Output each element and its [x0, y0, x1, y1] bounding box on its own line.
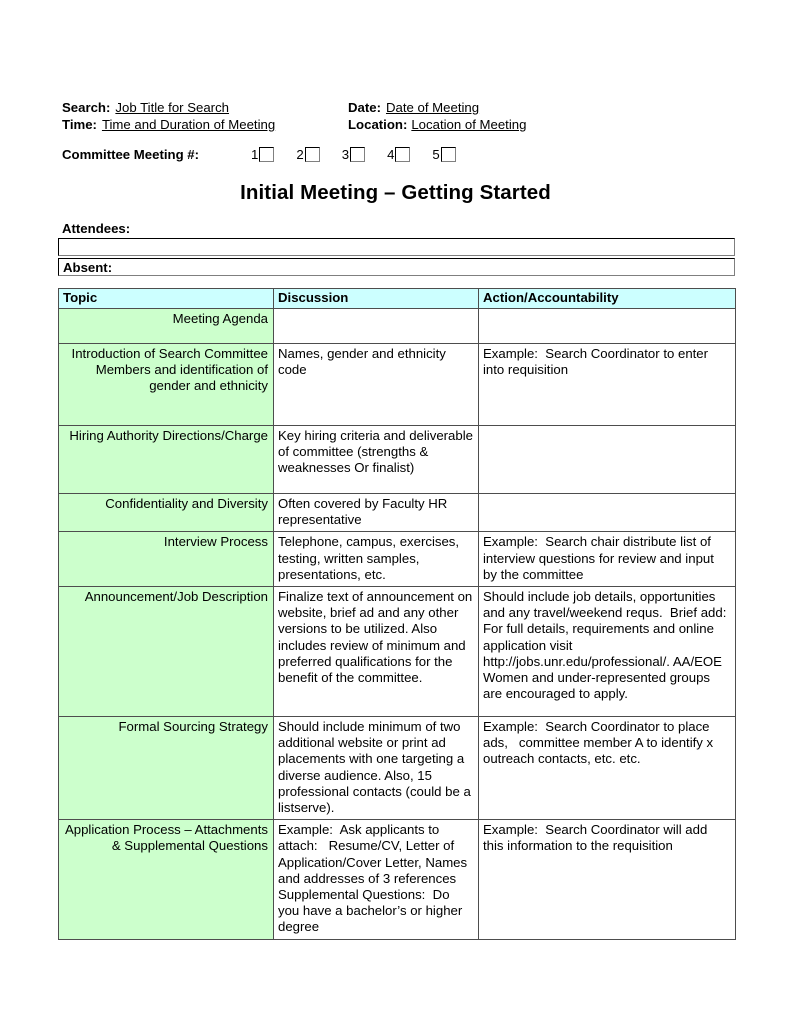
page-title: Initial Meeting – Getting Started	[240, 181, 551, 204]
row-discussion[interactable]: Often covered by Faculty HR representati…	[273, 492, 479, 533]
committee-meeting-option-3[interactable]: 3	[341, 147, 366, 162]
document-page: Search: Job Title for Search Date: Date …	[0, 0, 791, 1024]
search-field-group: Search: Job Title for Search	[62, 99, 348, 116]
committee-meeting-option-2[interactable]: 2	[296, 147, 320, 162]
agenda-table: Topic Discussion Action/Accountability M…	[58, 288, 736, 940]
table-row: Hiring Authority Directions/Charge Key h…	[58, 425, 736, 494]
row-topic: Meeting Agenda	[58, 308, 274, 344]
committee-meeting-number-1: 1	[251, 147, 259, 162]
row-topic: Introduction of Search Committee Members…	[58, 343, 274, 426]
row-action[interactable]: Example: Search Coordinator to place ads…	[478, 716, 736, 821]
table-row: Meeting Agenda	[58, 308, 736, 344]
committee-meeting-label: Committee Meeting #:	[62, 147, 200, 162]
row-discussion[interactable]: Finalize text of announcement on website…	[273, 586, 479, 718]
row-action[interactable]	[478, 308, 736, 344]
committee-meeting-number-5: 5	[432, 147, 440, 162]
checkbox-icon-2[interactable]	[304, 147, 320, 162]
row-discussion[interactable]: Key hiring criteria and deliverable of c…	[273, 425, 479, 494]
row-discussion[interactable]: Names, gender and ethnicity code	[273, 343, 479, 426]
column-header-action: Action/Accountability	[478, 288, 736, 309]
table-row: Formal Sourcing Strategy Should include …	[58, 716, 736, 821]
table-row: Announcement/Job Description Finalize te…	[58, 586, 736, 718]
checkbox-icon-1[interactable]	[259, 147, 275, 162]
table-row: Confidentiality and Diversity Often cove…	[58, 492, 736, 533]
time-value[interactable]: Time and Duration of Meeting	[102, 116, 275, 133]
date-field-group: Date: Date of Meeting	[348, 99, 479, 116]
row-topic: Formal Sourcing Strategy	[58, 716, 274, 821]
column-header-discussion: Discussion	[273, 288, 479, 309]
time-label: Time:	[62, 117, 97, 132]
committee-meeting-option-4[interactable]: 4	[387, 147, 411, 162]
search-label: Search:	[62, 100, 111, 115]
row-discussion[interactable]	[273, 308, 479, 344]
row-topic: Interview Process	[58, 531, 274, 588]
row-action[interactable]: Example: Search chair distribute list of…	[478, 531, 736, 588]
meeting-meta-header: Search: Job Title for Search Date: Date …	[62, 99, 736, 133]
row-action[interactable]	[478, 425, 736, 494]
table-row: Introduction of Search Committee Members…	[58, 343, 736, 426]
attendees-absent-boxes: Absent:	[58, 238, 735, 276]
row-action[interactable]: Example: Search Coordinator to enter int…	[478, 343, 736, 426]
row-action[interactable]	[478, 492, 736, 533]
committee-meeting-number-row: Committee Meeting #: 1 2 3 4 5	[62, 147, 456, 162]
committee-meeting-number-3: 3	[341, 147, 350, 162]
row-discussion[interactable]: Example: Ask applicants to attach: Resum…	[273, 819, 479, 940]
table-header-row: Topic Discussion Action/Accountability	[58, 288, 736, 309]
committee-meeting-option-5[interactable]: 5	[432, 147, 456, 162]
row-topic: Announcement/Job Description	[58, 586, 274, 718]
search-value[interactable]: Job Title for Search	[115, 99, 229, 116]
location-value[interactable]: Location of Meeting	[411, 116, 526, 133]
location-field-group: Location: Location of Meeting	[348, 116, 526, 133]
column-header-topic: Topic	[58, 288, 274, 309]
checkbox-icon-5[interactable]	[440, 147, 456, 162]
table-row: Application Process – Attachments & Supp…	[58, 819, 736, 940]
date-label: Date:	[348, 100, 381, 115]
meta-row-search-date: Search: Job Title for Search Date: Date …	[62, 99, 736, 116]
checkbox-icon-4[interactable]	[395, 147, 411, 162]
committee-meeting-number-2: 2	[296, 147, 304, 162]
checkbox-icon-3[interactable]	[350, 147, 366, 162]
location-label: Location:	[348, 117, 408, 132]
row-action[interactable]: Example: Search Coordinator will add thi…	[478, 819, 736, 940]
meta-row-time-location: Time: Time and Duration of Meeting Locat…	[62, 116, 736, 133]
table-row: Interview Process Telephone, campus, exe…	[58, 531, 736, 588]
time-field-group: Time: Time and Duration of Meeting	[62, 116, 348, 133]
date-value[interactable]: Date of Meeting	[386, 99, 479, 116]
attendees-input[interactable]	[58, 238, 735, 256]
row-discussion[interactable]: Should include minimum of two additional…	[273, 716, 479, 821]
row-topic: Confidentiality and Diversity	[58, 492, 274, 533]
row-discussion[interactable]: Telephone, campus, exercises, testing, w…	[273, 531, 479, 588]
committee-meeting-checkbox-group: 1 2 3 4 5	[251, 147, 456, 162]
committee-meeting-number-4: 4	[387, 147, 395, 162]
row-action[interactable]: Should include job details, opportunitie…	[478, 586, 736, 718]
row-topic: Hiring Authority Directions/Charge	[58, 425, 274, 494]
attendees-label: Attendees:	[62, 221, 131, 236]
row-topic: Application Process – Attachments & Supp…	[58, 819, 274, 940]
committee-meeting-option-1[interactable]: 1	[251, 147, 275, 162]
absent-input[interactable]: Absent:	[58, 258, 735, 276]
